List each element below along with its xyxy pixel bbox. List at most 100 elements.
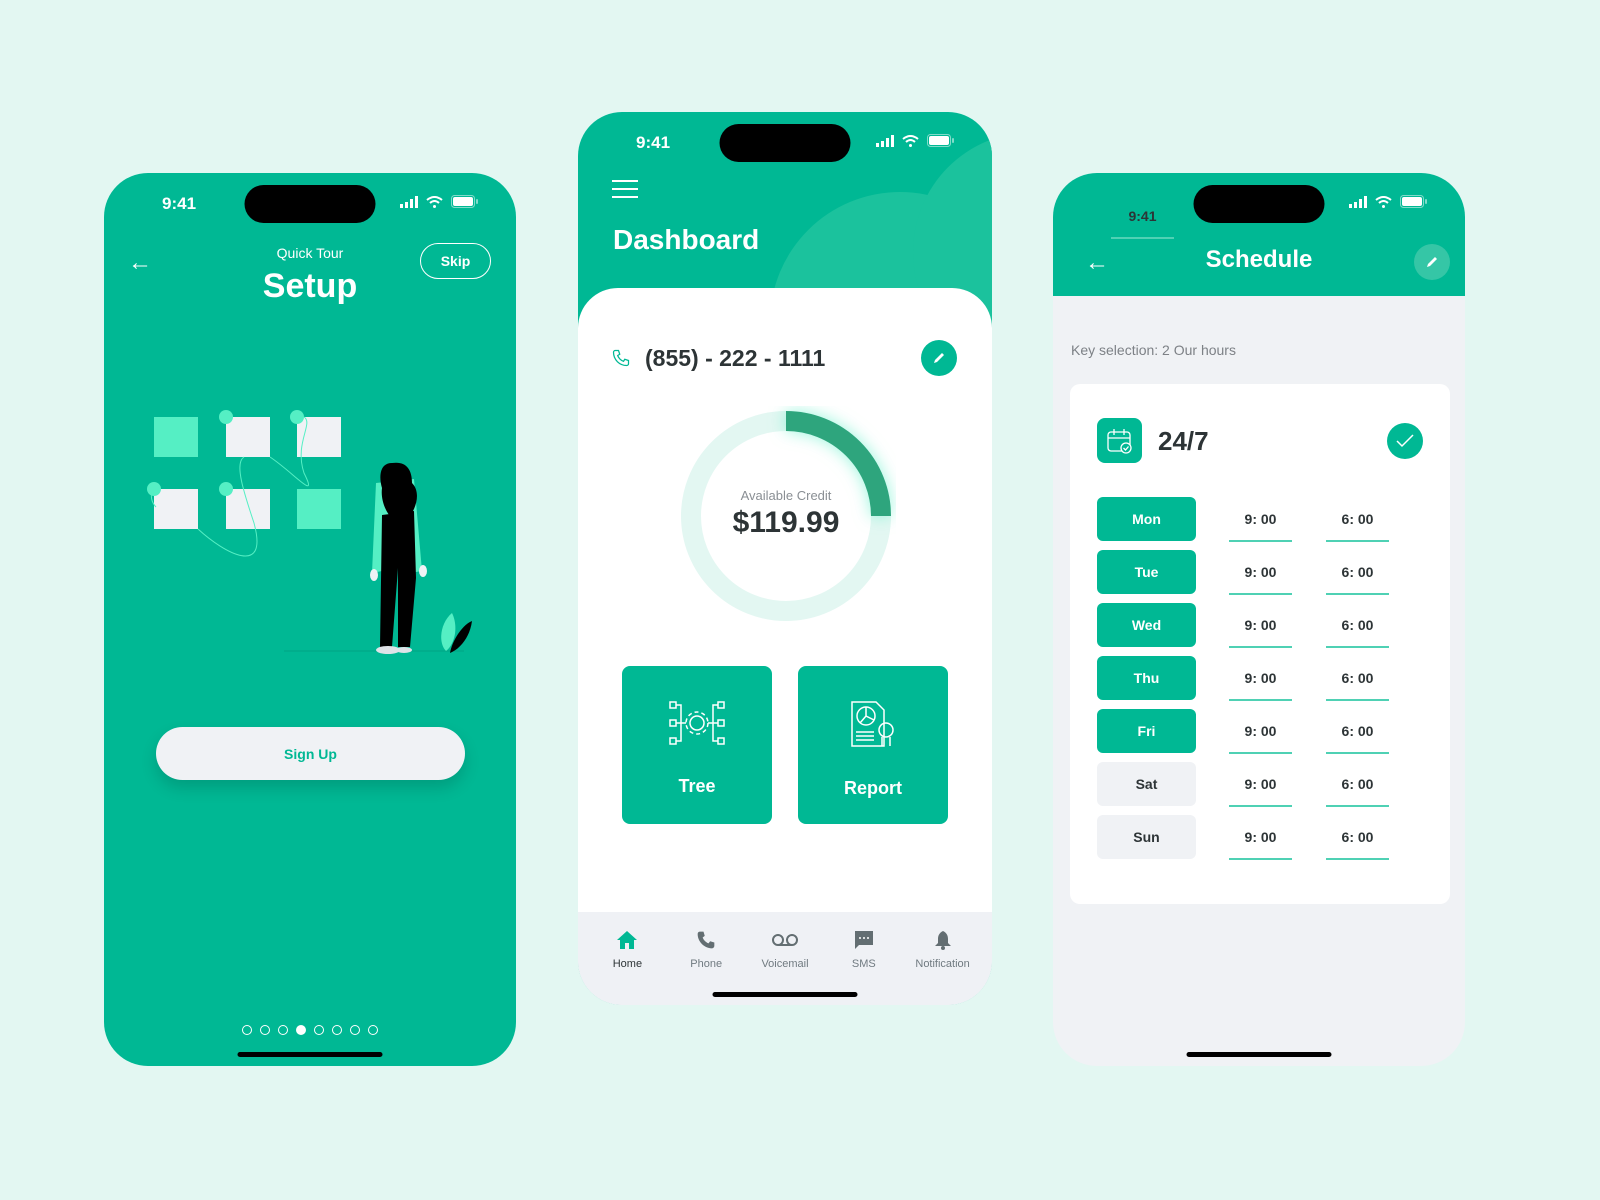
report-tile[interactable]: Report xyxy=(798,666,948,824)
page-dot[interactable] xyxy=(368,1025,378,1035)
day-toggle[interactable]: Sat xyxy=(1097,762,1196,806)
voicemail-icon xyxy=(771,934,798,946)
home-indicator xyxy=(237,1052,383,1057)
start-time-field[interactable]: 9: 00 xyxy=(1229,762,1292,807)
sign-up-button[interactable]: Sign Up xyxy=(156,727,465,780)
day-toggle[interactable]: Wed xyxy=(1097,603,1196,647)
confirm-button[interactable] xyxy=(1387,423,1423,459)
page-dot[interactable] xyxy=(242,1025,252,1035)
illustration-box xyxy=(226,489,270,529)
status-bar: 9:41 xyxy=(104,191,516,217)
day-toggle[interactable]: Tue xyxy=(1097,550,1196,594)
end-time-field[interactable]: 6: 00 xyxy=(1326,497,1389,542)
start-time-field[interactable]: 9: 00 xyxy=(1229,656,1292,701)
status-time: 9:41 xyxy=(636,133,671,152)
page-dot[interactable] xyxy=(314,1025,324,1035)
illustration-box xyxy=(226,417,270,457)
end-time-field[interactable]: 6: 00 xyxy=(1326,815,1389,860)
phone-icon xyxy=(612,349,630,367)
key-selection-text: Key selection: 2 Our hours xyxy=(1071,342,1236,358)
nav-notification[interactable]: Notification xyxy=(903,912,982,1005)
schedule-row: Thu 9: 00 6: 00 xyxy=(1097,656,1389,709)
mode-label: 24/7 xyxy=(1158,426,1209,456)
illustration-box xyxy=(154,489,198,529)
nav-home[interactable]: Home xyxy=(588,912,667,1005)
woman-figure xyxy=(370,462,427,654)
day-toggle[interactable]: Fri xyxy=(1097,709,1196,753)
wifi-icon xyxy=(1375,195,1392,208)
page-dot[interactable] xyxy=(332,1025,342,1035)
end-time-field[interactable]: 6: 00 xyxy=(1326,550,1389,595)
start-time-field[interactable]: 9: 00 xyxy=(1229,603,1292,648)
signal-icon xyxy=(876,134,894,147)
calendar-check-icon xyxy=(1106,428,1132,454)
schedule-row: Fri 9: 00 6: 00 xyxy=(1097,709,1389,762)
end-time-field[interactable]: 6: 00 xyxy=(1326,762,1389,807)
start-time-field[interactable]: 9: 00 xyxy=(1229,709,1292,754)
status-time: 9:41 xyxy=(1111,194,1174,239)
page-dot-active[interactable] xyxy=(296,1025,306,1035)
signal-icon xyxy=(400,195,418,208)
pagination-dots xyxy=(104,1025,516,1035)
start-time-field[interactable]: 9: 00 xyxy=(1229,815,1292,860)
illustration-box xyxy=(154,417,198,457)
nav-notification-label: Notification xyxy=(915,958,970,970)
phone-number-row: (855) - 222 - 1111 xyxy=(611,338,957,378)
start-time-field[interactable]: 9: 00 xyxy=(1229,550,1292,595)
check-icon xyxy=(1396,434,1414,448)
onboarding-illustration xyxy=(147,410,472,654)
phone-number: (855) - 222 - 1111 xyxy=(645,344,826,371)
signal-icon xyxy=(1349,195,1367,208)
dashboard-title: Dashboard xyxy=(613,224,760,255)
home-indicator xyxy=(712,992,858,997)
schedule-row: Tue 9: 00 6: 00 xyxy=(1097,550,1389,603)
schedule-title: Schedule xyxy=(1205,246,1313,273)
skip-button[interactable]: Skip xyxy=(420,243,491,279)
tree-label: Tree xyxy=(678,776,716,796)
hamburger-menu-icon[interactable] xyxy=(612,180,638,204)
wifi-icon xyxy=(426,195,443,208)
schedule-row: Sat 9: 00 6: 00 xyxy=(1097,762,1389,815)
home-icon xyxy=(617,931,638,949)
nav-voicemail-label: Voicemail xyxy=(761,958,809,970)
credit-value: $119.99 xyxy=(732,506,840,539)
calendar-badge xyxy=(1097,418,1142,463)
bell-icon xyxy=(934,931,951,950)
page-dot[interactable] xyxy=(350,1025,360,1035)
end-time-field[interactable]: 6: 00 xyxy=(1326,656,1389,701)
day-toggle[interactable]: Sun xyxy=(1097,815,1196,859)
setup-screen: 9:41 ← Quick Tour Setup Skip Sign Up xyxy=(104,173,516,1066)
battery-icon xyxy=(451,195,478,208)
edit-number-button[interactable] xyxy=(921,340,957,376)
end-time-field[interactable]: 6: 00 xyxy=(1326,709,1389,754)
credit-gauge: Available Credit $119.99 xyxy=(676,406,896,626)
wifi-icon xyxy=(902,134,919,147)
status-time: 9:41 xyxy=(162,194,197,213)
day-toggle[interactable]: Mon xyxy=(1097,497,1196,541)
phone-icon xyxy=(697,931,715,949)
plant-leaves xyxy=(441,613,472,653)
pencil-icon xyxy=(934,353,944,363)
start-time-field[interactable]: 9: 00 xyxy=(1229,497,1292,542)
schedule-card: 24/7 Mon 9: 00 6: 00 Tue 9: 00 6: 00 Wed 9: 00 6… xyxy=(1070,384,1450,904)
credit-label: Available Credit xyxy=(740,488,832,503)
schedule-row: Sun 9: 00 6: 00 xyxy=(1097,815,1389,868)
nav-phone-label: Phone xyxy=(690,958,723,970)
schedule-row: Wed 9: 00 6: 00 xyxy=(1097,603,1389,656)
tree-tile[interactable]: Tree xyxy=(622,666,772,824)
illustration-box xyxy=(297,489,341,529)
nav-home-label: Home xyxy=(612,958,643,970)
report-label: Report xyxy=(844,778,902,798)
nav-sms-label: SMS xyxy=(851,958,876,970)
schedule-screen: 9:41 ← Schedule Key selection: 2 Our hou… xyxy=(1053,173,1465,1066)
pencil-icon xyxy=(1427,257,1437,267)
battery-icon xyxy=(927,134,954,147)
status-bar: 9:41 xyxy=(578,130,992,156)
page-dot[interactable] xyxy=(278,1025,288,1035)
edit-schedule-button[interactable] xyxy=(1414,244,1450,280)
status-bar: 9:41 xyxy=(1053,191,1465,239)
day-toggle[interactable]: Thu xyxy=(1097,656,1196,700)
end-time-field[interactable]: 6: 00 xyxy=(1326,603,1389,648)
report-icon xyxy=(851,701,894,747)
page-dot[interactable] xyxy=(260,1025,270,1035)
